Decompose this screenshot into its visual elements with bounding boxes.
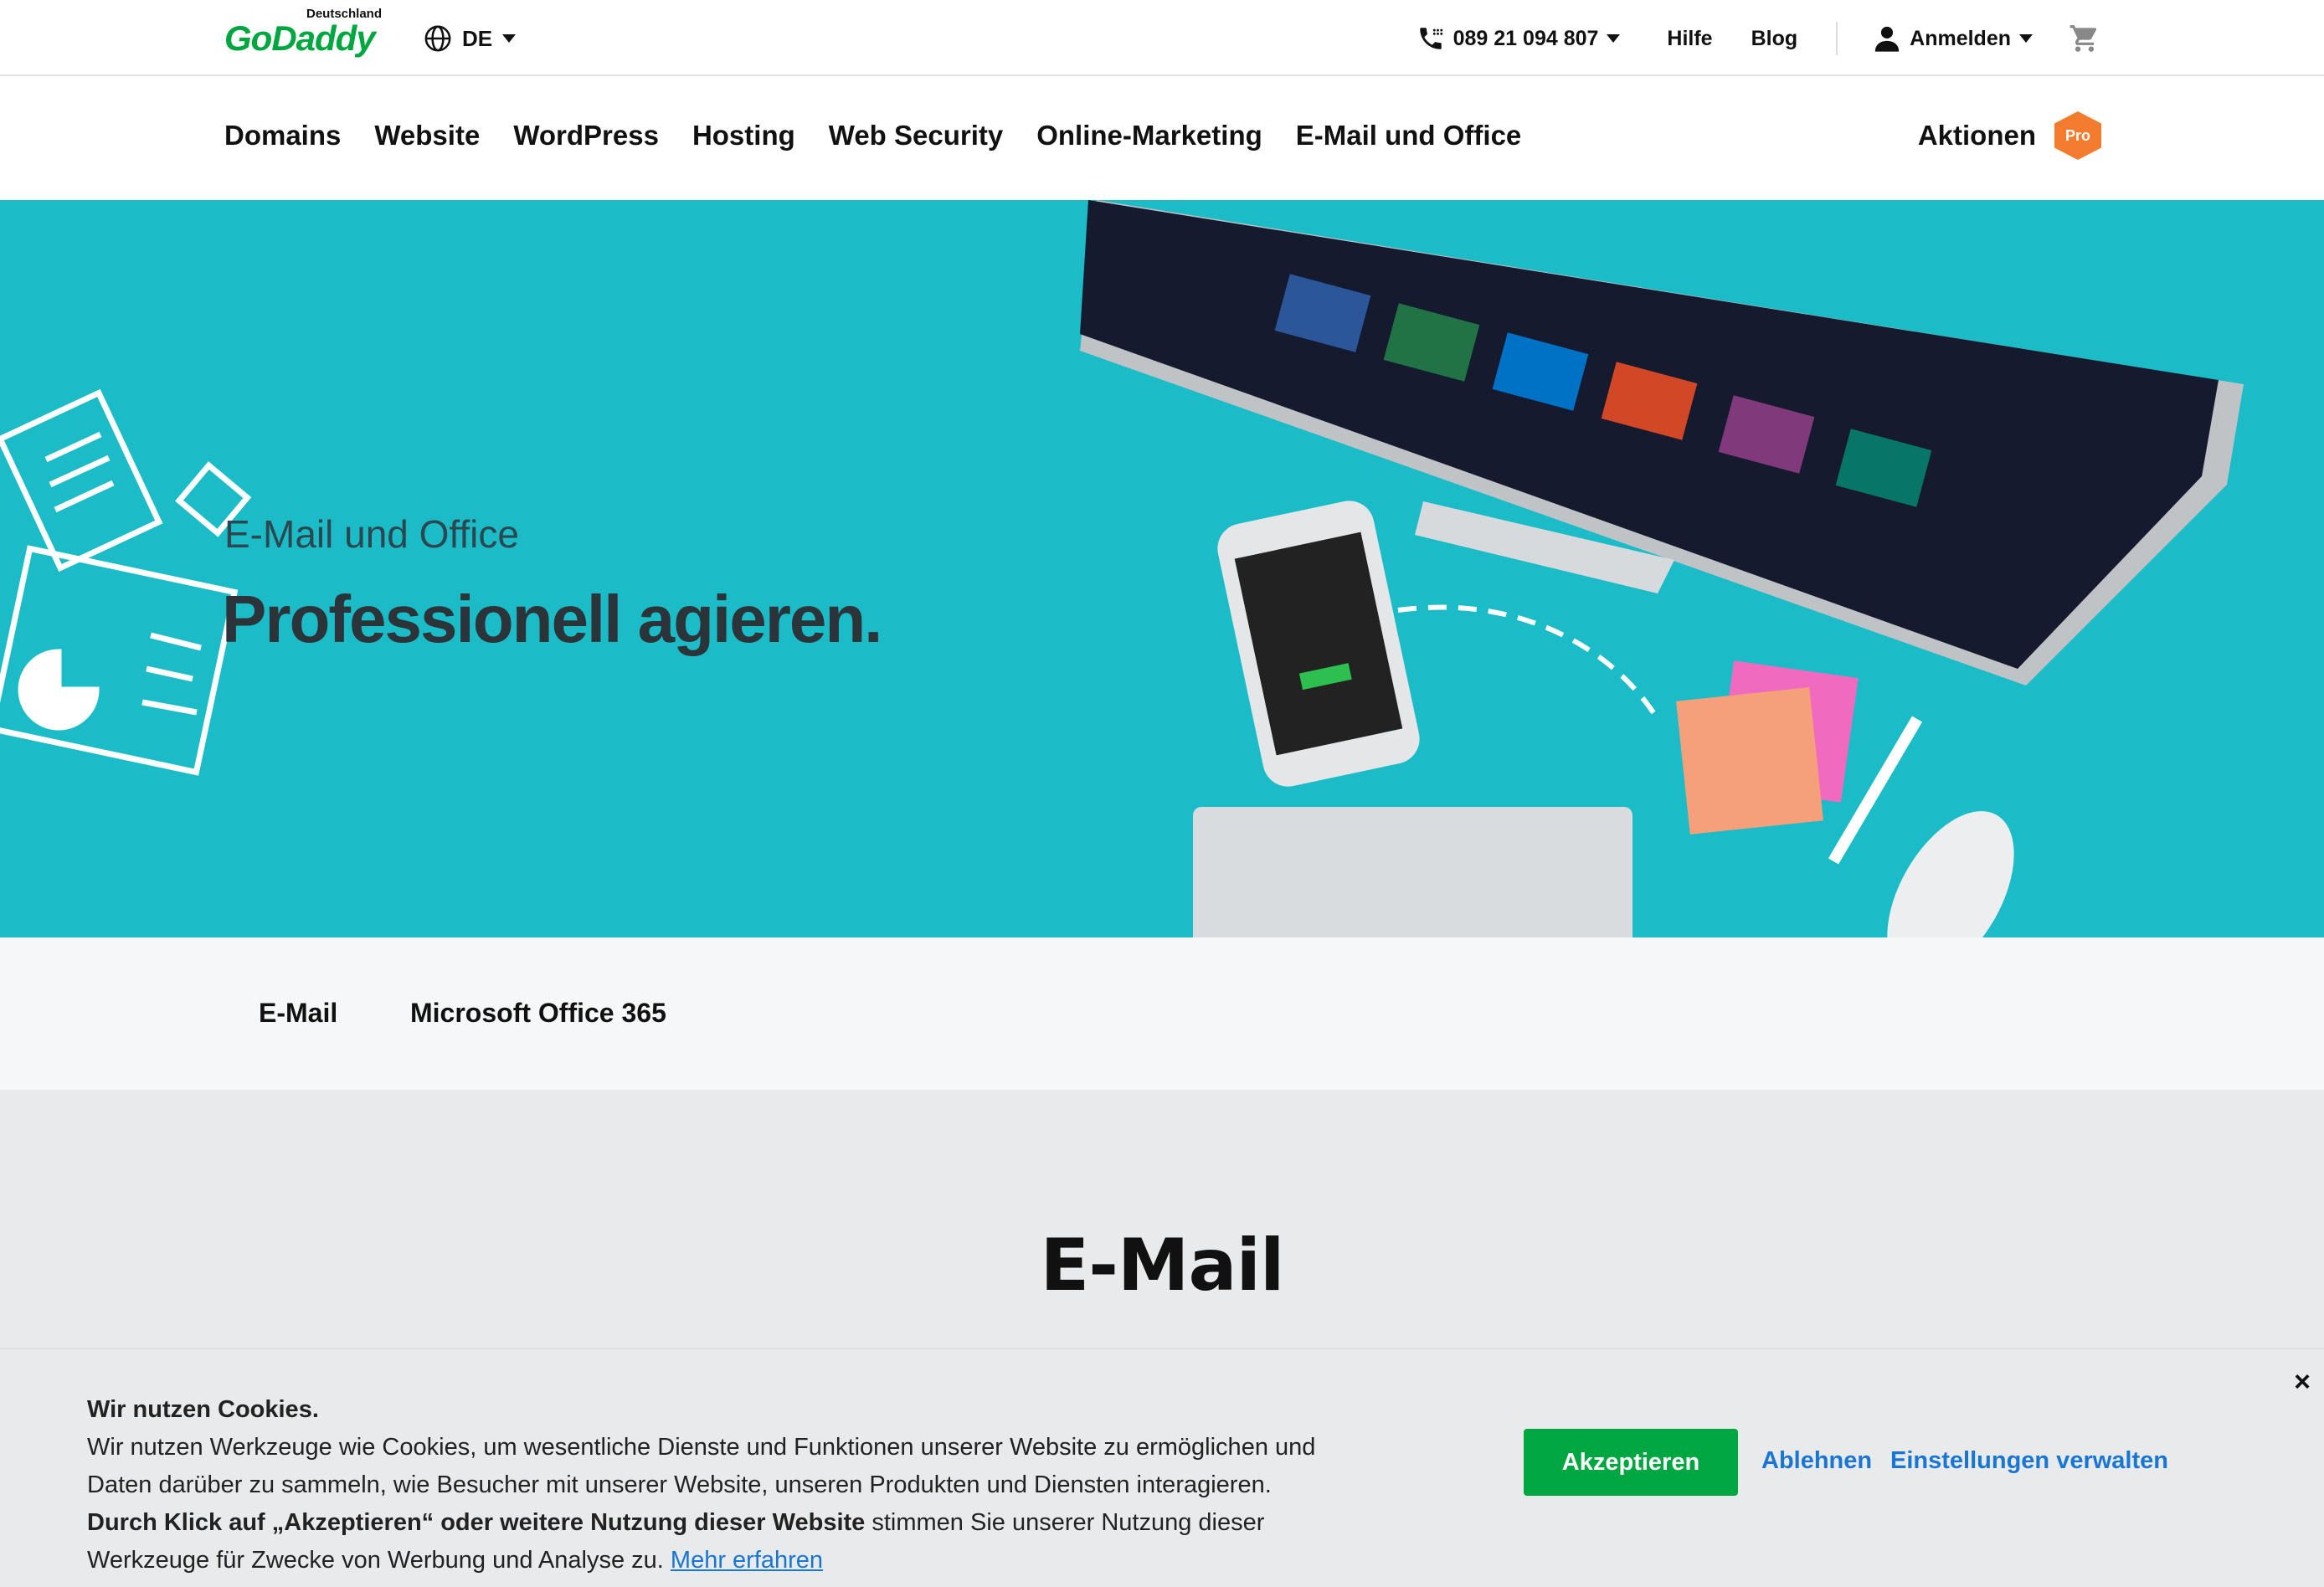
chevron-down-icon xyxy=(1607,34,1621,43)
utility-links: 089 21 094 807 Hilfe Blog Anmelden xyxy=(1417,18,2101,59)
cookie-title: Wir nutzen Cookies. xyxy=(87,1396,319,1423)
main-navigation: Domains Website WordPress Hosting Web Se… xyxy=(0,78,2324,200)
logo-brand: GoDaddy xyxy=(224,18,376,58)
nav-item-wordpress[interactable]: WordPress xyxy=(513,120,659,152)
hero-headline: Professionell agieren. xyxy=(222,582,882,656)
signin-label: Anmelden xyxy=(1910,26,2011,50)
dashed-arc xyxy=(1397,604,1660,721)
tab-email[interactable]: E-Mail xyxy=(259,998,337,1029)
nav-item-domains[interactable]: Domains xyxy=(224,120,341,152)
top-utility-bar: Deutschland GoDaddy DE 089 21 094 807 Hi… xyxy=(0,0,2324,76)
smartphone-illustration xyxy=(1217,501,1420,787)
help-link[interactable]: Hilfe xyxy=(1667,27,1712,51)
pro-badge: Pro xyxy=(2054,111,2101,160)
keyboard-illustration xyxy=(1193,807,1632,937)
nav-item-email-office[interactable]: E-Mail und Office xyxy=(1296,120,1522,152)
nav-item-web-security[interactable]: Web Security xyxy=(829,120,1003,152)
cookie-banner: × Wir nutzen Cookies. Wir nutzen Werkzeu… xyxy=(0,1348,2324,1587)
mouse-illustration xyxy=(1887,811,2014,937)
notepad-doodle xyxy=(0,388,252,776)
language-label: DE xyxy=(462,25,493,51)
hero-illustration xyxy=(0,200,2244,937)
promotions-label: Aktionen xyxy=(1917,120,2036,151)
cart-icon[interactable] xyxy=(2068,23,2101,54)
phone-menu[interactable]: 089 21 094 807 xyxy=(1417,24,1621,53)
godaddy-logo[interactable]: Deutschland GoDaddy xyxy=(223,7,390,59)
cookie-body-bold: Durch Klick auf „Akzeptieren“ oder weite… xyxy=(87,1509,866,1536)
manage-settings-button[interactable]: Einstellungen verwalten xyxy=(1890,1447,2168,1475)
section-title: E-Mail xyxy=(1040,1224,1284,1307)
hero-banner: E-Mail und Office Professionell agieren. xyxy=(0,200,2324,937)
nav-item-online-marketing[interactable]: Online-Marketing xyxy=(1036,120,1262,152)
phone-icon xyxy=(1419,28,1442,49)
chevron-down-icon xyxy=(502,34,517,43)
nav-items: Domains Website WordPress Hosting Web Se… xyxy=(224,120,1521,152)
nav-item-promotions[interactable]: Aktionen Pro xyxy=(1918,111,2101,160)
cookie-body: Wir nutzen Werkzeuge wie Cookies, um wes… xyxy=(87,1434,1316,1498)
signin-menu[interactable]: Anmelden xyxy=(1873,24,2033,53)
cookie-text: Wir nutzen Cookies. Wir nutzen Werkzeuge… xyxy=(87,1391,1360,1579)
tab-office-365[interactable]: Microsoft Office 365 xyxy=(410,998,666,1029)
accept-button[interactable]: Akzeptieren xyxy=(1524,1429,1738,1496)
decline-button[interactable]: Ablehnen xyxy=(1761,1447,1872,1475)
divider xyxy=(1836,22,1838,55)
blog-link[interactable]: Blog xyxy=(1751,27,1798,51)
hero-eyebrow: E-Mail und Office xyxy=(224,512,519,556)
language-selector[interactable]: DE xyxy=(424,22,517,55)
user-icon xyxy=(1874,26,1900,52)
chevron-down-icon xyxy=(2019,34,2033,43)
close-icon[interactable]: × xyxy=(2294,1366,2311,1399)
phone-number: 089 21 094 807 xyxy=(1452,26,1599,50)
nav-item-hosting[interactable]: Hosting xyxy=(692,120,795,152)
product-tabs: E-Mail Microsoft Office 365 xyxy=(0,937,2324,1090)
globe-icon xyxy=(424,25,451,52)
learn-more-link[interactable]: Mehr erfahren xyxy=(671,1547,823,1574)
nav-item-website[interactable]: Website xyxy=(374,120,480,152)
sticky-note-orange xyxy=(1676,687,1823,835)
